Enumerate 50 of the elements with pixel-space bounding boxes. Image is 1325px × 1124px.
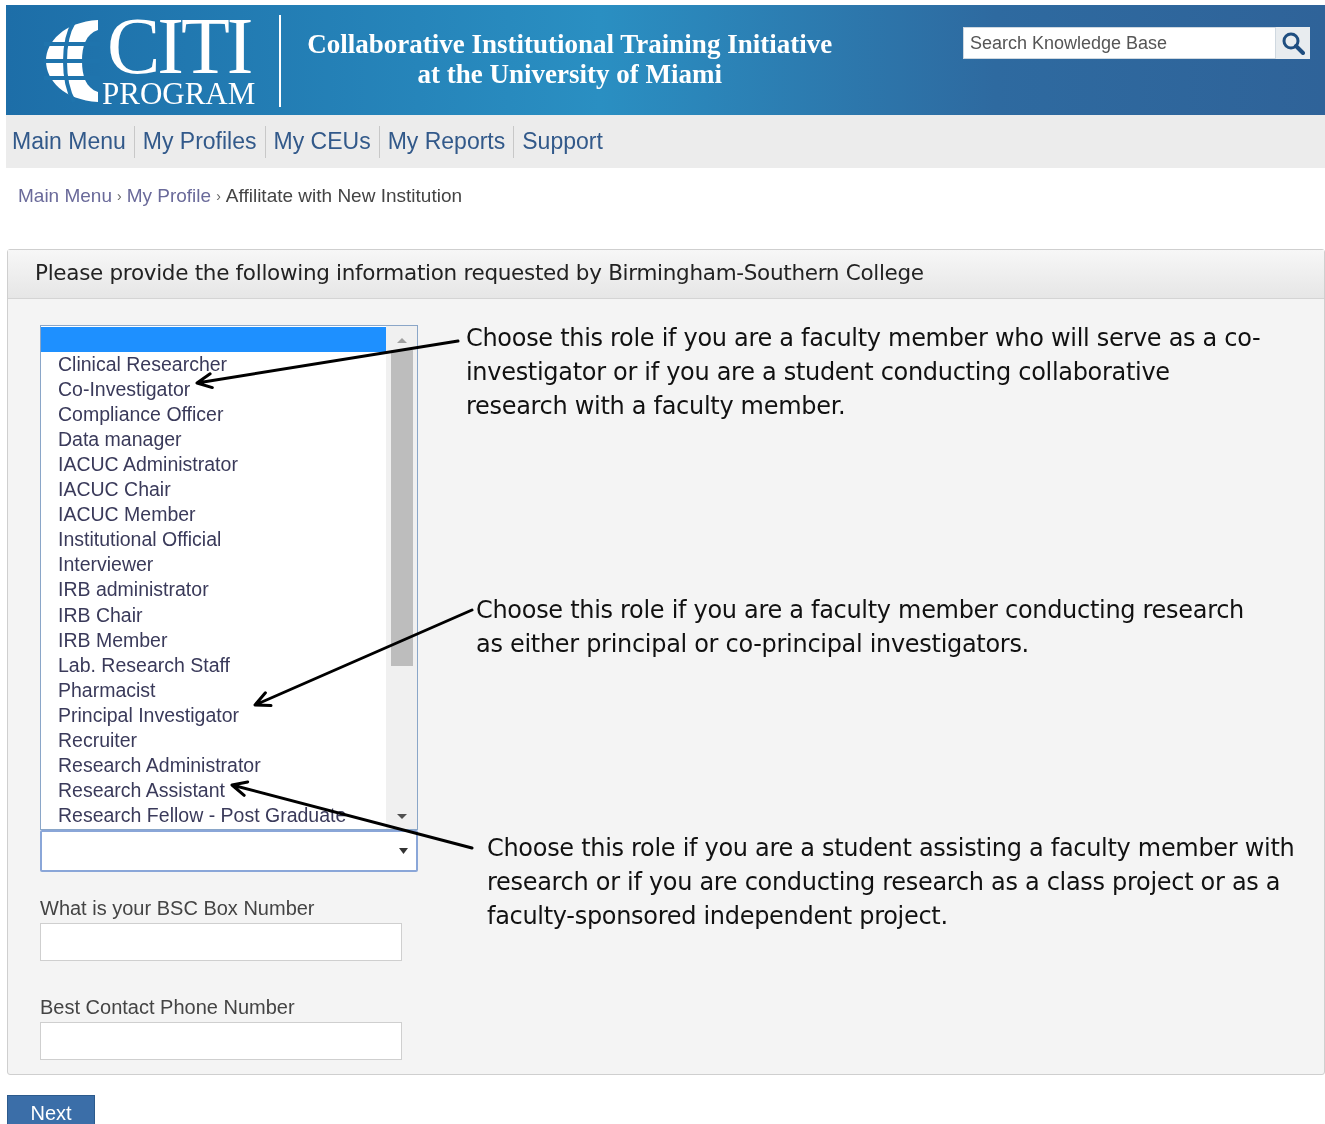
- field-label: Best Contact Phone Number: [40, 994, 296, 1019]
- nav-link[interactable]: My CEUs: [273, 124, 371, 159]
- breadcrumb-link[interactable]: Main Menu: [18, 182, 112, 211]
- nav-link[interactable]: Main Menu: [12, 124, 126, 159]
- banner-title: at the University of Miami: [417, 59, 722, 89]
- list-option[interactable]: Lab. Research Staff: [41, 652, 386, 678]
- list-option[interactable]: IRB Chair: [41, 602, 386, 628]
- breadcrumb-link[interactable]: My Profile: [126, 182, 212, 211]
- field-label: What is your BSC Box Number: [40, 895, 316, 920]
- caret-icon: [399, 847, 408, 854]
- logo-subtitle: PROGRAM: [102, 79, 256, 109]
- breadcrumb-separator: ›: [216, 186, 221, 206]
- list-option[interactable]: Data manager: [41, 426, 386, 452]
- list-option[interactable]: IACUC Chair: [41, 477, 386, 503]
- search-field[interactable]: Search Knowledge Base: [963, 27, 1276, 59]
- list-option[interactable]: Research Assistant: [41, 778, 386, 804]
- role-listbox[interactable]: [40, 324, 418, 830]
- list-option[interactable]: Pharmacist: [41, 677, 386, 703]
- list-option[interactable]: [41, 326, 386, 352]
- text-input[interactable]: [40, 1021, 402, 1060]
- list-option[interactable]: IRB Member: [41, 627, 386, 653]
- list-option[interactable]: Clinical Researcher: [41, 351, 386, 377]
- breadcrumb-separator: ›: [117, 186, 122, 206]
- list-option[interactable]: IACUC Member: [41, 502, 386, 528]
- breadcrumb-current: Affilitate with New Institution: [225, 184, 462, 208]
- list-option[interactable]: Interviewer: [41, 552, 386, 578]
- list-option[interactable]: Principal Investigator: [41, 702, 386, 728]
- role-dropdown[interactable]: [40, 829, 418, 872]
- list-option[interactable]: Compliance Officer: [41, 401, 386, 427]
- list-option[interactable]: Recruiter: [41, 728, 386, 754]
- scrollbar-thumb[interactable]: [390, 349, 413, 666]
- list-option[interactable]: IACUC Administrator: [41, 451, 386, 478]
- annotation-text: Choose this role if you are a student assisting a faculty member with research or if you are conducting research as a class project or as a faculty-sponsored independent project.: [487, 832, 1296, 932]
- logo-wordmark: CITI: [106, 13, 251, 79]
- nav-link[interactable]: My Reports: [387, 124, 506, 159]
- panel-title: Please provide the following information requested by Birmingham-Southern College: [35, 259, 924, 288]
- nav-link[interactable]: My Profiles: [142, 124, 257, 159]
- list-option[interactable]: Institutional Official: [41, 527, 386, 553]
- list-option[interactable]: IRB administrator: [41, 577, 386, 603]
- nav-link[interactable]: Support: [522, 124, 603, 159]
- scrollbar[interactable]: [386, 325, 417, 829]
- list-option[interactable]: Research Administrator: [41, 753, 386, 779]
- search-icon[interactable]: [1281, 31, 1305, 55]
- annotation-text: Choose this role if you are a faculty member conducting research as either principal or co-principal investigators.: [476, 594, 1245, 660]
- list-option[interactable]: Co-Investigator: [41, 376, 386, 402]
- text-input[interactable]: [40, 922, 402, 961]
- banner-title: Collaborative Institutional Training Initiative: [307, 29, 833, 59]
- annotation-text: Choose this role if you are a faculty member who will serve as a co-investigator or if you are a student conducting collaborative research with a faculty member.: [466, 322, 1262, 422]
- list-option[interactable]: Research Fellow - Post Graduate: [41, 803, 386, 829]
- next-button[interactable]: Next: [7, 1094, 95, 1124]
